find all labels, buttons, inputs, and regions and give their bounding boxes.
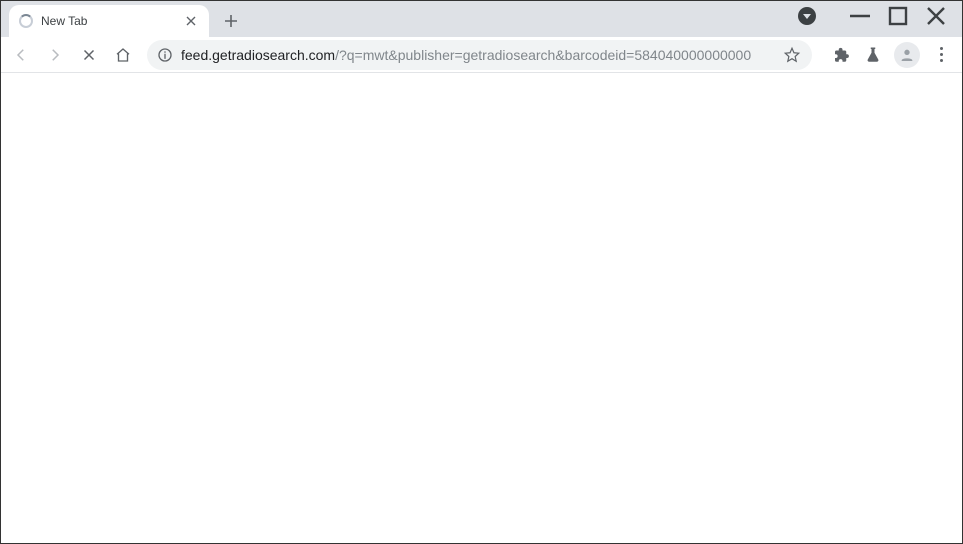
window-controls	[788, 1, 958, 31]
extensions-button[interactable]	[830, 44, 852, 66]
loading-spinner-icon	[19, 14, 33, 28]
url-path: /?q=mwt&publisher=getradiosearch&barcode…	[335, 47, 751, 63]
labs-flask-icon[interactable]	[862, 44, 884, 66]
home-button[interactable]	[109, 41, 137, 69]
site-info-icon[interactable]	[157, 47, 173, 63]
toolbar-right	[822, 42, 956, 68]
tab-close-button[interactable]	[183, 13, 199, 29]
stop-reload-button[interactable]	[75, 41, 103, 69]
page-content	[1, 73, 962, 543]
bookmark-star-button[interactable]	[782, 45, 802, 65]
profile-avatar-button[interactable]	[894, 42, 920, 68]
address-bar[interactable]: feed.getradiosearch.com/?q=mwt&publisher…	[147, 40, 812, 70]
url-host: feed.getradiosearch.com	[181, 47, 335, 63]
window-maximize-button[interactable]	[886, 4, 910, 28]
chrome-menu-button[interactable]	[930, 47, 952, 62]
forward-button[interactable]	[41, 41, 69, 69]
window-close-button[interactable]	[924, 4, 948, 28]
back-button[interactable]	[7, 41, 35, 69]
toolbar: feed.getradiosearch.com/?q=mwt&publisher…	[1, 37, 962, 73]
software-badge-icon[interactable]	[798, 7, 816, 25]
tab-title: New Tab	[41, 14, 183, 28]
url-text: feed.getradiosearch.com/?q=mwt&publisher…	[181, 47, 774, 63]
titlebar: New Tab	[1, 1, 962, 37]
new-tab-button[interactable]	[217, 7, 245, 35]
browser-tab[interactable]: New Tab	[9, 5, 209, 37]
window-minimize-button[interactable]	[848, 4, 872, 28]
